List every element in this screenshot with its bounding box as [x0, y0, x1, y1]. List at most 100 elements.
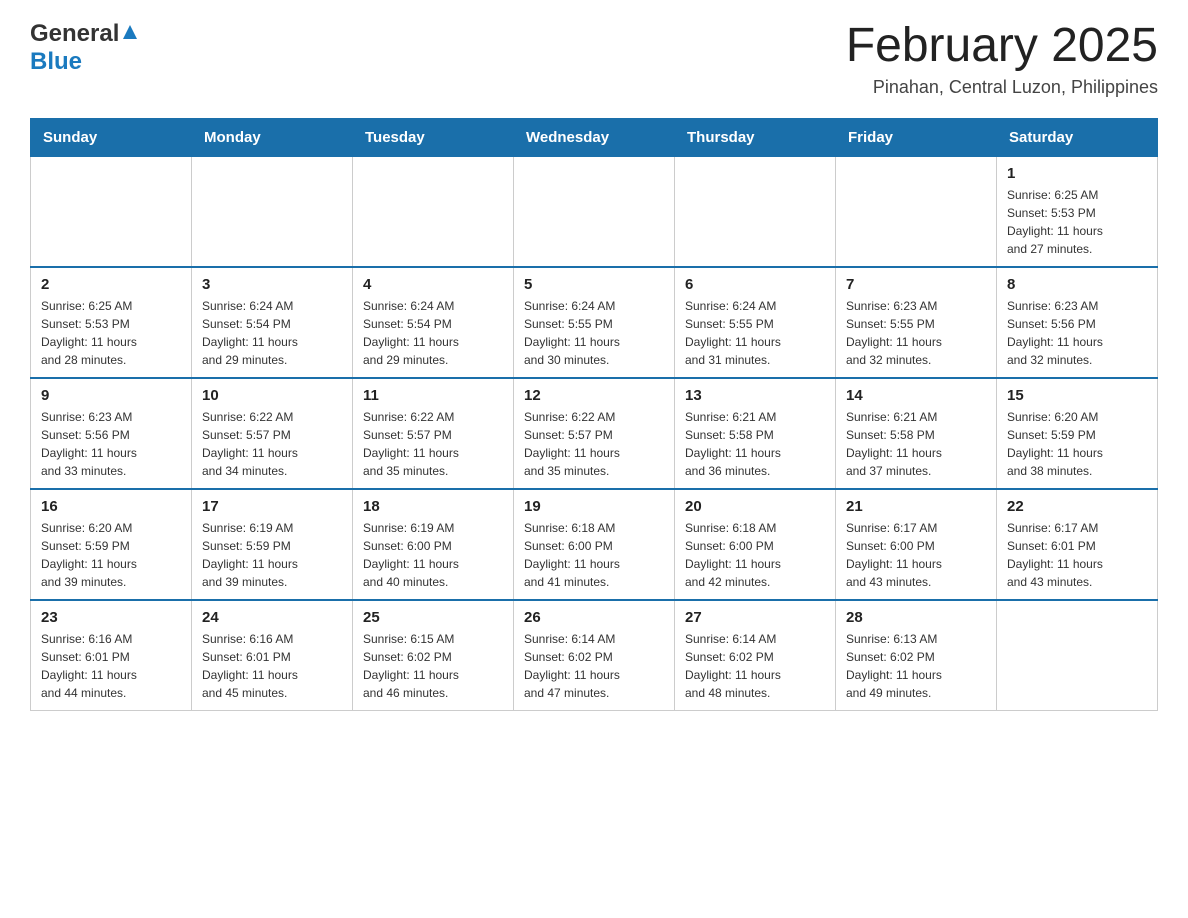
- calendar-day-cell: 2Sunrise: 6:25 AM Sunset: 5:53 PM Daylig…: [31, 267, 192, 378]
- day-info: Sunrise: 6:21 AM Sunset: 5:58 PM Dayligh…: [846, 408, 986, 480]
- calendar-day-cell: 7 Sunrise: 6:23 AM Sunset: 5:55 PM Daylig…: [836, 267, 997, 378]
- calendar-day-cell: 10Sunrise: 6:22 AM Sunset: 5:57 PM Dayli…: [192, 378, 353, 489]
- weekday-header-friday: Friday: [836, 118, 997, 156]
- page-header: General Blue February 2025 Pinahan, Cent…: [30, 20, 1158, 98]
- day-info: Sunrise: 6:14 AM Sunset: 6:02 PM Dayligh…: [524, 630, 664, 702]
- day-number: 9: [41, 387, 181, 404]
- calendar-week-row: 23 Sunrise: 6:16 AM Sunset: 6:01 PM Dayli…: [31, 600, 1158, 711]
- day-number: 7: [846, 276, 986, 293]
- calendar-week-row: 1 Sunrise: 6:25 AM Sunset: 5:53 PM Daylig…: [31, 156, 1158, 267]
- calendar-day-cell: [192, 156, 353, 267]
- day-number: 1: [1007, 165, 1147, 182]
- calendar-day-cell: 22Sunrise: 6:17 AM Sunset: 6:01 PM Dayli…: [997, 489, 1158, 600]
- calendar-day-cell: [836, 156, 997, 267]
- calendar-day-cell: 19 Sunrise: 6:18 AM Sunset: 6:00 PM Dayli…: [514, 489, 675, 600]
- calendar-day-cell: 9 Sunrise: 6:23 AM Sunset: 5:56 PM Daylig…: [31, 378, 192, 489]
- day-number: 13: [685, 387, 825, 404]
- calendar-day-cell: 5 Sunrise: 6:24 AM Sunset: 5:55 PM Daylig…: [514, 267, 675, 378]
- calendar-day-cell: 3Sunrise: 6:24 AM Sunset: 5:54 PM Daylig…: [192, 267, 353, 378]
- day-number: 28: [846, 609, 986, 626]
- calendar-day-cell: 15 Sunrise: 6:20 AM Sunset: 5:59 PM Dayli…: [997, 378, 1158, 489]
- day-info: Sunrise: 6:24 AM Sunset: 5:55 PM Dayligh…: [524, 297, 664, 369]
- calendar-day-cell: 21 Sunrise: 6:17 AM Sunset: 6:00 PM Dayli…: [836, 489, 997, 600]
- title-area: February 2025 Pinahan, Central Luzon, Ph…: [846, 20, 1158, 98]
- day-number: 15: [1007, 387, 1147, 404]
- day-number: 23: [41, 609, 181, 626]
- day-info: Sunrise: 6:19 AM Sunset: 5:59 PM Dayligh…: [202, 519, 342, 591]
- calendar-day-cell: 20Sunrise: 6:18 AM Sunset: 6:00 PM Dayli…: [675, 489, 836, 600]
- day-number: 16: [41, 498, 181, 515]
- day-info: Sunrise: 6:19 AM Sunset: 6:00 PM Dayligh…: [363, 519, 503, 591]
- day-info: Sunrise: 6:25 AM Sunset: 5:53 PM Dayligh…: [41, 297, 181, 369]
- calendar-day-cell: [675, 156, 836, 267]
- day-number: 27: [685, 609, 825, 626]
- calendar-day-cell: 26 Sunrise: 6:14 AM Sunset: 6:02 PM Dayli…: [514, 600, 675, 711]
- day-info: Sunrise: 6:21 AM Sunset: 5:58 PM Dayligh…: [685, 408, 825, 480]
- logo: General Blue: [30, 20, 139, 76]
- day-number: 24: [202, 609, 342, 626]
- day-number: 26: [524, 609, 664, 626]
- day-number: 5: [524, 276, 664, 293]
- calendar-day-cell: [997, 600, 1158, 711]
- day-info: Sunrise: 6:17 AM Sunset: 6:01 PM Dayligh…: [1007, 519, 1147, 591]
- day-info: Sunrise: 6:14 AM Sunset: 6:02 PM Dayligh…: [685, 630, 825, 702]
- day-info: Sunrise: 6:23 AM Sunset: 5:56 PM Dayligh…: [41, 408, 181, 480]
- weekday-header-sunday: Sunday: [31, 118, 192, 156]
- calendar-day-cell: 11 Sunrise: 6:22 AM Sunset: 5:57 PM Dayli…: [353, 378, 514, 489]
- weekday-header-monday: Monday: [192, 118, 353, 156]
- calendar-day-cell: 17 Sunrise: 6:19 AM Sunset: 5:59 PM Dayli…: [192, 489, 353, 600]
- calendar-day-cell: 28Sunrise: 6:13 AM Sunset: 6:02 PM Dayli…: [836, 600, 997, 711]
- calendar-day-cell: 24Sunrise: 6:16 AM Sunset: 6:01 PM Dayli…: [192, 600, 353, 711]
- day-number: 8: [1007, 276, 1147, 293]
- day-number: 14: [846, 387, 986, 404]
- weekday-header-wednesday: Wednesday: [514, 118, 675, 156]
- day-number: 11: [363, 387, 503, 404]
- calendar-day-cell: [353, 156, 514, 267]
- calendar-week-row: 9 Sunrise: 6:23 AM Sunset: 5:56 PM Daylig…: [31, 378, 1158, 489]
- day-info: Sunrise: 6:17 AM Sunset: 6:00 PM Dayligh…: [846, 519, 986, 591]
- day-number: 25: [363, 609, 503, 626]
- day-info: Sunrise: 6:22 AM Sunset: 5:57 PM Dayligh…: [202, 408, 342, 480]
- logo-general-text: General: [30, 20, 119, 48]
- day-info: Sunrise: 6:16 AM Sunset: 6:01 PM Dayligh…: [41, 630, 181, 702]
- calendar-day-cell: 23 Sunrise: 6:16 AM Sunset: 6:01 PM Dayli…: [31, 600, 192, 711]
- calendar-day-cell: [31, 156, 192, 267]
- day-number: 17: [202, 498, 342, 515]
- day-info: Sunrise: 6:22 AM Sunset: 5:57 PM Dayligh…: [363, 408, 503, 480]
- location-subtitle: Pinahan, Central Luzon, Philippines: [846, 77, 1158, 98]
- calendar-day-cell: 13 Sunrise: 6:21 AM Sunset: 5:58 PM Dayli…: [675, 378, 836, 489]
- calendar-header: SundayMondayTuesdayWednesdayThursdayFrid…: [31, 118, 1158, 156]
- day-number: 4: [363, 276, 503, 293]
- calendar-week-row: 16 Sunrise: 6:20 AM Sunset: 5:59 PM Dayli…: [31, 489, 1158, 600]
- day-info: Sunrise: 6:23 AM Sunset: 5:55 PM Dayligh…: [846, 297, 986, 369]
- calendar-body: 1 Sunrise: 6:25 AM Sunset: 5:53 PM Daylig…: [31, 156, 1158, 710]
- calendar-day-cell: 8 Sunrise: 6:23 AM Sunset: 5:56 PM Daylig…: [997, 267, 1158, 378]
- day-number: 21: [846, 498, 986, 515]
- calendar-day-cell: 27 Sunrise: 6:14 AM Sunset: 6:02 PM Dayli…: [675, 600, 836, 711]
- day-info: Sunrise: 6:24 AM Sunset: 5:55 PM Dayligh…: [685, 297, 825, 369]
- logo-triangle-icon: [121, 23, 139, 46]
- day-info: Sunrise: 6:20 AM Sunset: 5:59 PM Dayligh…: [1007, 408, 1147, 480]
- calendar-table: SundayMondayTuesdayWednesdayThursdayFrid…: [30, 118, 1158, 711]
- day-info: Sunrise: 6:18 AM Sunset: 6:00 PM Dayligh…: [524, 519, 664, 591]
- calendar-day-cell: 18 Sunrise: 6:19 AM Sunset: 6:00 PM Dayli…: [353, 489, 514, 600]
- weekday-header-tuesday: Tuesday: [353, 118, 514, 156]
- day-info: Sunrise: 6:15 AM Sunset: 6:02 PM Dayligh…: [363, 630, 503, 702]
- day-info: Sunrise: 6:23 AM Sunset: 5:56 PM Dayligh…: [1007, 297, 1147, 369]
- day-info: Sunrise: 6:25 AM Sunset: 5:53 PM Dayligh…: [1007, 186, 1147, 258]
- month-title: February 2025: [846, 20, 1158, 73]
- calendar-day-cell: 4 Sunrise: 6:24 AM Sunset: 5:54 PM Daylig…: [353, 267, 514, 378]
- calendar-day-cell: 16 Sunrise: 6:20 AM Sunset: 5:59 PM Dayli…: [31, 489, 192, 600]
- calendar-day-cell: 25 Sunrise: 6:15 AM Sunset: 6:02 PM Dayli…: [353, 600, 514, 711]
- day-number: 19: [524, 498, 664, 515]
- calendar-day-cell: 12Sunrise: 6:22 AM Sunset: 5:57 PM Dayli…: [514, 378, 675, 489]
- weekday-header-row: SundayMondayTuesdayWednesdayThursdayFrid…: [31, 118, 1158, 156]
- day-info: Sunrise: 6:18 AM Sunset: 6:00 PM Dayligh…: [685, 519, 825, 591]
- weekday-header-saturday: Saturday: [997, 118, 1158, 156]
- day-number: 18: [363, 498, 503, 515]
- day-info: Sunrise: 6:24 AM Sunset: 5:54 PM Dayligh…: [363, 297, 503, 369]
- calendar-week-row: 2Sunrise: 6:25 AM Sunset: 5:53 PM Daylig…: [31, 267, 1158, 378]
- day-info: Sunrise: 6:24 AM Sunset: 5:54 PM Dayligh…: [202, 297, 342, 369]
- day-info: Sunrise: 6:22 AM Sunset: 5:57 PM Dayligh…: [524, 408, 664, 480]
- day-info: Sunrise: 6:20 AM Sunset: 5:59 PM Dayligh…: [41, 519, 181, 591]
